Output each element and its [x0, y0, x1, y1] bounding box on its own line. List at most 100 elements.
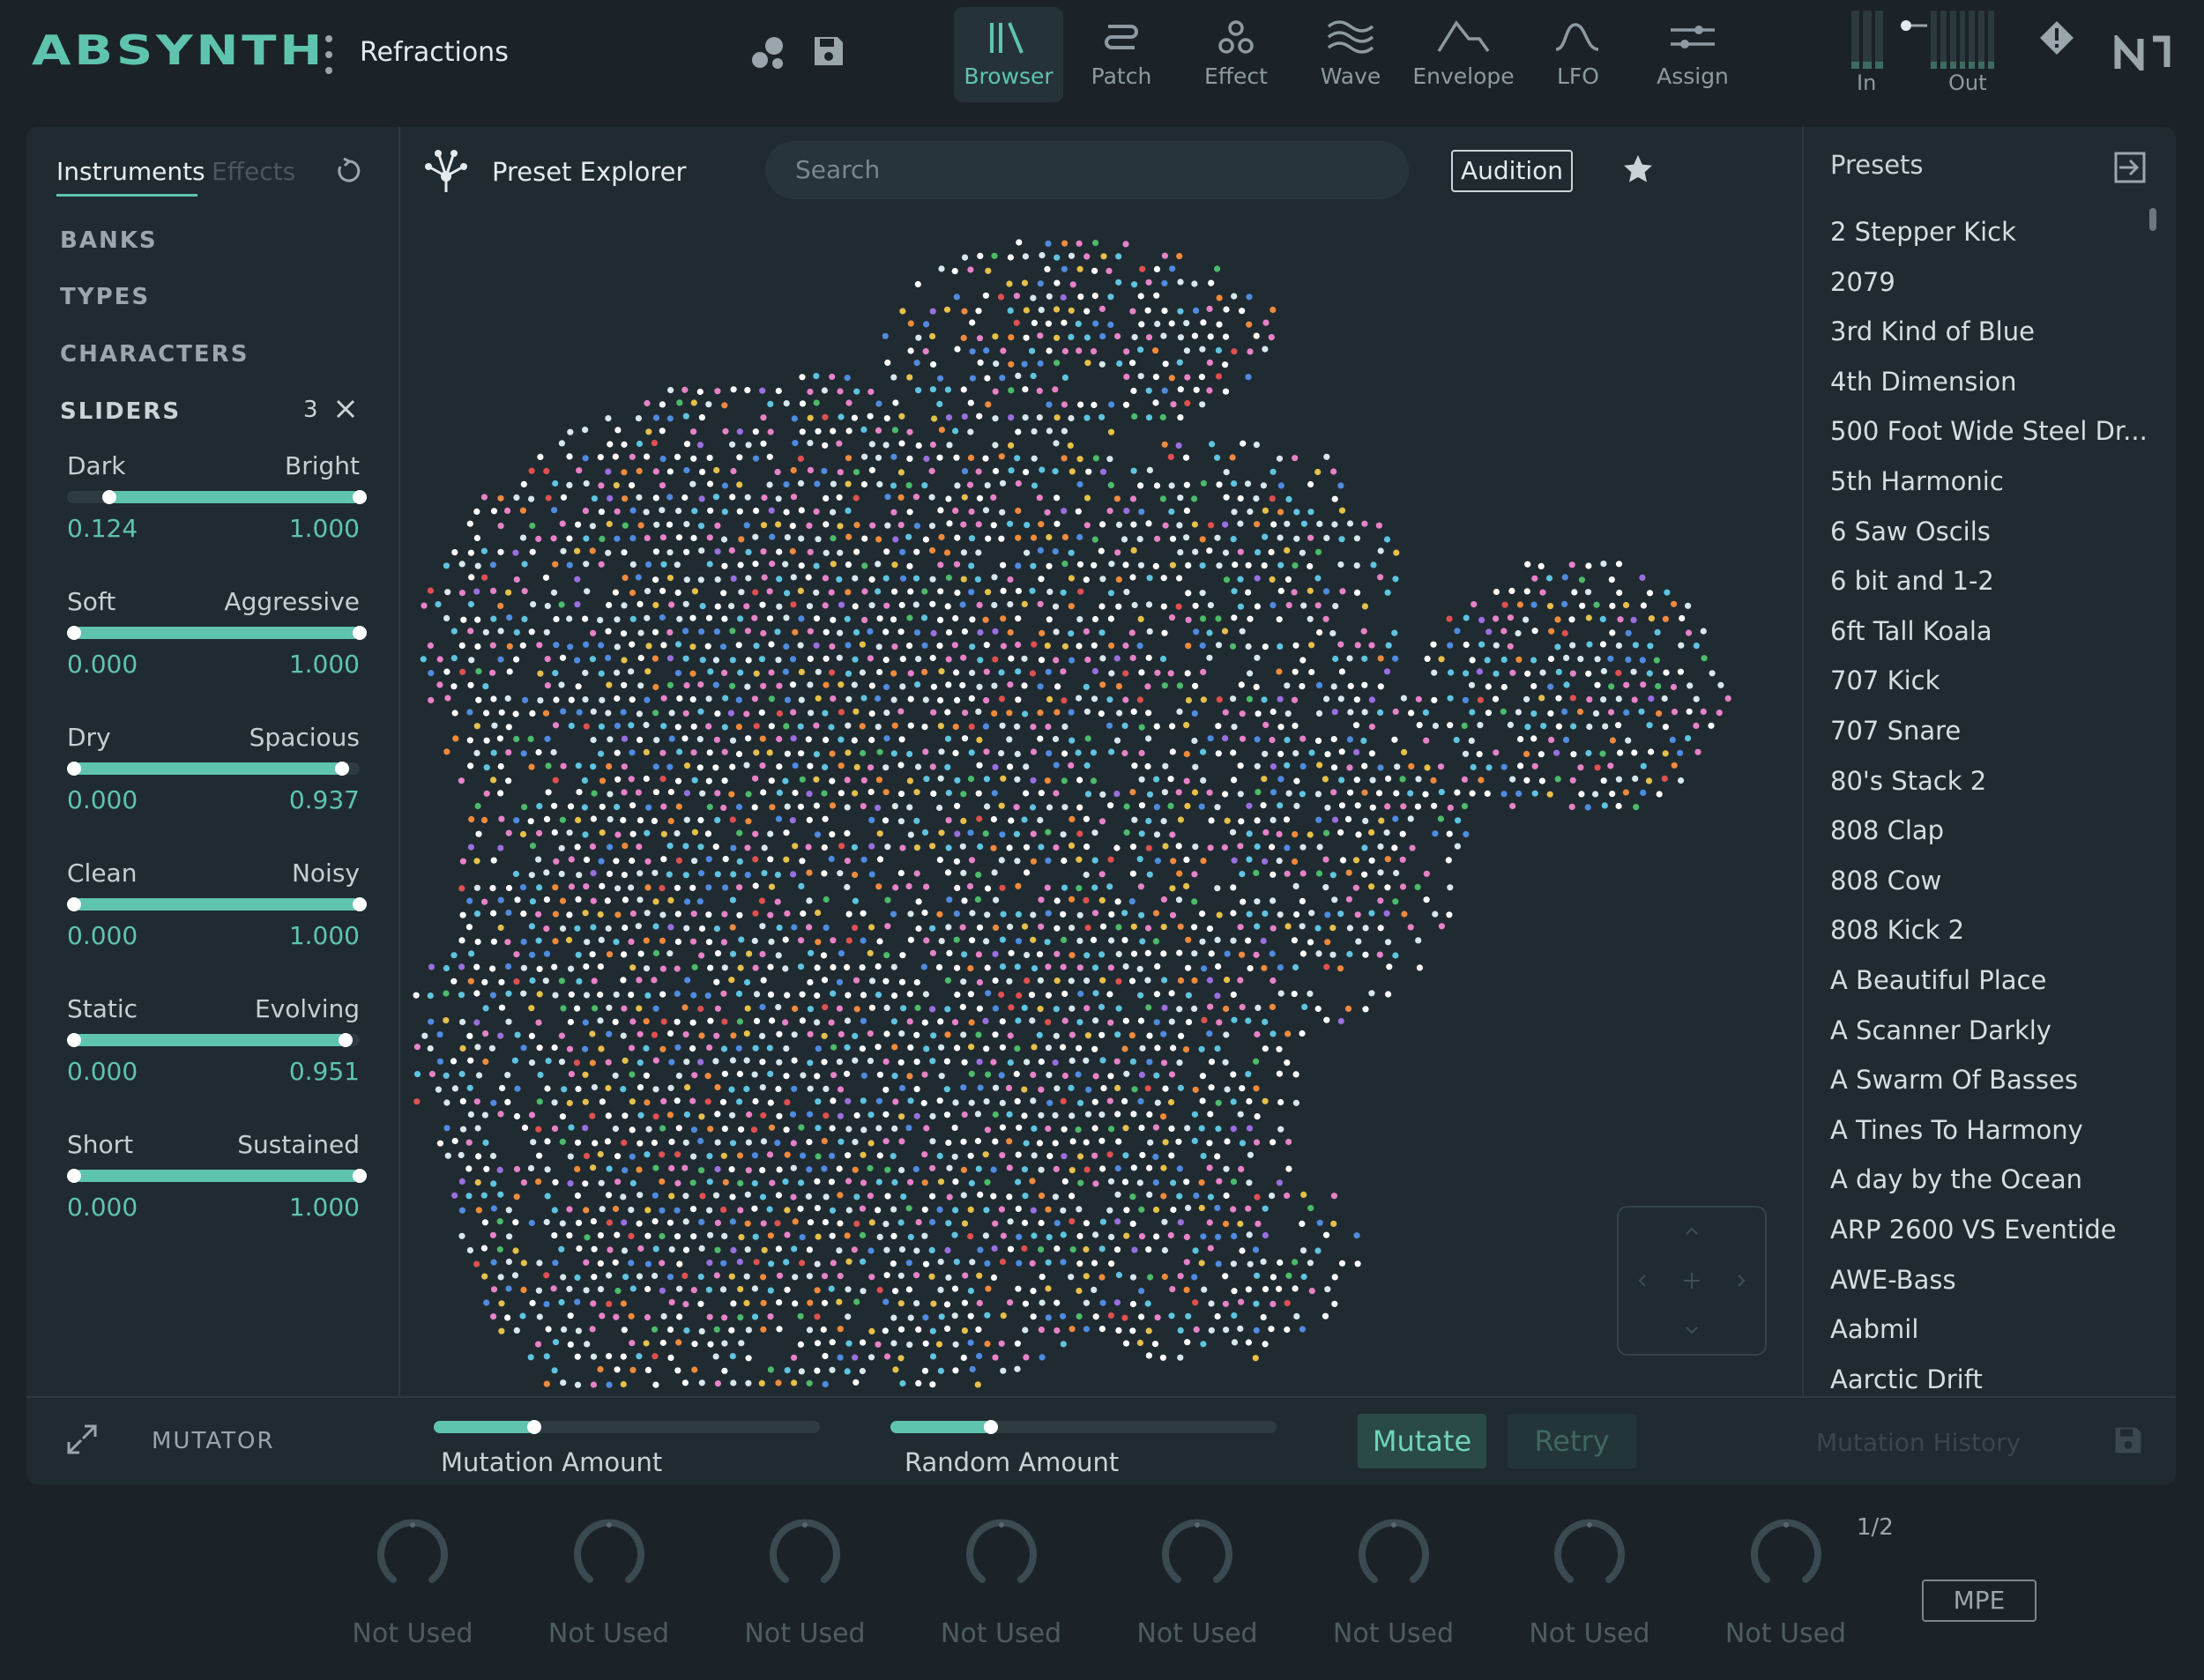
preset-dot[interactable] [729, 628, 736, 635]
preset-dot[interactable] [559, 925, 567, 933]
preset-dot[interactable] [969, 643, 976, 650]
preset-dot[interactable] [1178, 1032, 1185, 1039]
preset-dot[interactable] [543, 950, 551, 957]
preset-dot[interactable] [1031, 319, 1038, 326]
preset-dot[interactable] [1671, 600, 1678, 607]
preset-dot[interactable] [1269, 736, 1276, 744]
preset-dot[interactable] [892, 884, 899, 891]
preset-dot[interactable] [720, 939, 727, 946]
preset-dot[interactable] [591, 790, 598, 797]
preset-dot[interactable] [897, 1326, 905, 1333]
preset-dot[interactable] [868, 602, 875, 609]
preset-dot[interactable] [738, 1340, 745, 1347]
preset-dot[interactable] [828, 1178, 835, 1186]
preset-dot[interactable] [1054, 925, 1061, 932]
preset-dot[interactable] [1206, 1219, 1213, 1226]
preset-dot[interactable] [922, 696, 929, 703]
preset-dot[interactable] [837, 1086, 845, 1093]
preset-dot[interactable] [1037, 735, 1044, 742]
preset-dot[interactable] [1038, 790, 1045, 797]
preset-dot[interactable] [1322, 1231, 1330, 1238]
preset-dot[interactable] [535, 1019, 542, 1026]
preset-dot[interactable] [459, 858, 466, 865]
slider-track[interactable] [67, 1169, 367, 1183]
preset-dot[interactable] [930, 629, 937, 636]
preset-dot[interactable] [923, 1125, 930, 1132]
preset-dot[interactable] [912, 1165, 920, 1173]
preset-dot[interactable] [473, 990, 480, 997]
preset-dot[interactable] [1177, 1327, 1184, 1334]
category-characters[interactable]: CHARACTERS [60, 341, 249, 368]
preset-dot[interactable] [875, 561, 882, 568]
preset-dot[interactable] [737, 1179, 744, 1186]
preset-dot[interactable] [535, 937, 542, 944]
preset-dot[interactable] [497, 844, 504, 851]
preset-dot[interactable] [468, 815, 475, 823]
preset-dot[interactable] [1054, 1220, 1061, 1227]
preset-dot[interactable] [552, 884, 559, 891]
preset-dot[interactable] [544, 1166, 551, 1173]
preset-dot[interactable] [805, 574, 812, 581]
preset-dot[interactable] [1099, 977, 1106, 984]
preset-dot[interactable] [875, 536, 882, 543]
preset-dot[interactable] [907, 1314, 914, 1321]
preset-dot[interactable] [643, 509, 650, 516]
preset-dot[interactable] [1114, 549, 1121, 556]
preset-dot[interactable] [998, 535, 1005, 542]
preset-dot[interactable] [951, 1019, 959, 1026]
preset-dot[interactable] [1129, 844, 1137, 851]
preset-dot[interactable] [975, 708, 982, 716]
preset-dot[interactable] [1609, 602, 1616, 609]
preset-dot[interactable] [1131, 1086, 1138, 1093]
preset-dot[interactable] [1230, 991, 1237, 999]
preset-dot[interactable] [1068, 842, 1076, 850]
preset-dot[interactable] [635, 789, 642, 796]
preset-dot[interactable] [992, 656, 999, 663]
preset-dot[interactable] [1108, 561, 1115, 568]
preset-dot[interactable] [798, 615, 805, 622]
preset-dot[interactable] [451, 549, 458, 556]
preset-dot[interactable] [1007, 628, 1014, 636]
preset-dot[interactable] [674, 561, 681, 569]
preset-dot[interactable] [637, 1059, 644, 1067]
preset-dot[interactable] [1216, 696, 1223, 703]
preset-dot[interactable] [945, 817, 952, 824]
preset-dot[interactable] [652, 763, 659, 770]
preset-dot[interactable] [735, 696, 742, 703]
preset-dot[interactable] [1253, 495, 1260, 502]
preset-dot[interactable] [1183, 856, 1190, 864]
preset-dot[interactable] [929, 925, 936, 932]
preset-dot[interactable] [991, 682, 998, 689]
preset-dot[interactable] [582, 1045, 589, 1052]
preset-dot[interactable] [822, 1352, 829, 1360]
preset-dot[interactable] [776, 924, 783, 932]
preset-dot[interactable] [589, 523, 596, 530]
preset-dot[interactable] [1159, 655, 1167, 663]
preset-dot[interactable] [797, 642, 804, 649]
preset-dot[interactable] [714, 522, 721, 529]
preset-dot[interactable] [860, 992, 867, 999]
preset-dot[interactable] [752, 830, 759, 837]
preset-dot[interactable] [620, 1032, 627, 1039]
preset-dot[interactable] [1183, 534, 1190, 541]
preset-dot[interactable] [1355, 831, 1362, 838]
preset-dot[interactable] [1377, 683, 1384, 690]
preset-dot[interactable] [967, 965, 974, 972]
preset-dot[interactable] [698, 925, 706, 933]
preset-dot[interactable] [935, 1341, 943, 1348]
preset-dot[interactable] [1237, 1111, 1244, 1118]
preset-dot[interactable] [721, 1070, 728, 1077]
preset-dot[interactable] [1045, 1285, 1052, 1292]
preset-dot[interactable] [967, 1312, 974, 1319]
preset-dot[interactable] [922, 1340, 929, 1347]
preset-dot[interactable] [721, 911, 728, 918]
preset-dot[interactable] [1253, 1085, 1260, 1092]
preset-dot[interactable] [998, 802, 1005, 809]
preset-dot[interactable] [730, 871, 737, 878]
preset-dot[interactable] [868, 1274, 875, 1281]
preset-dot[interactable] [1014, 1340, 1021, 1347]
preset-dot[interactable] [1416, 722, 1423, 729]
preset-dot[interactable] [1239, 735, 1247, 742]
preset-dot[interactable] [821, 1165, 828, 1172]
preset-dot[interactable] [621, 441, 628, 448]
